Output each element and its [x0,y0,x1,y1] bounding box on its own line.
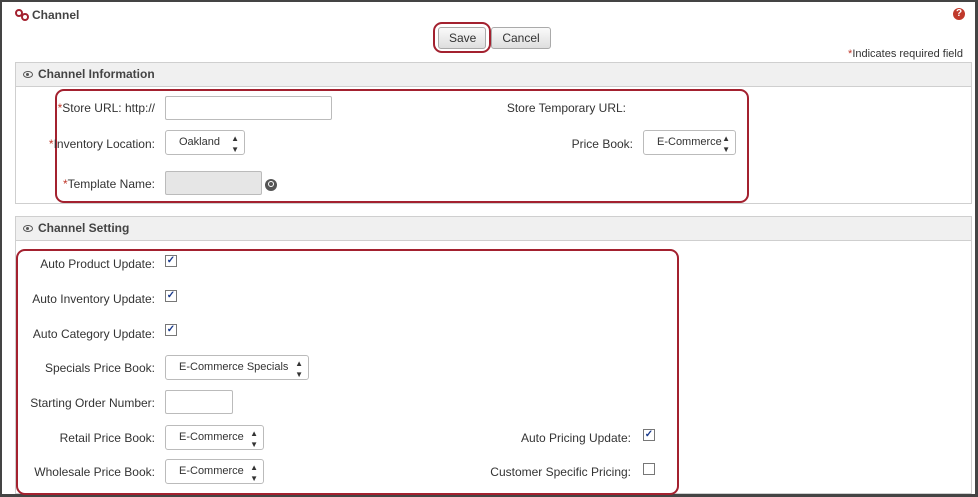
auto-category-update-label: Auto Category Update: [32,327,155,341]
auto-pricing-update-checkbox[interactable]: ✓ [643,429,655,441]
cancel-button[interactable]: Cancel [491,27,551,49]
updown-icon: ▲ ▼ [231,134,239,154]
section-channel-information-header[interactable]: Channel Information [15,62,972,87]
price-book-select[interactable]: E-Commerce ▲ ▼ [643,130,736,155]
starting-order-number-input[interactable] [165,390,233,414]
auto-inventory-update-label: Auto Inventory Update: [32,292,155,306]
template-name-label: *Template Name: [62,177,155,191]
specials-price-book-label: Specials Price Book: [44,361,155,375]
page-title: Channel [32,8,80,22]
required-note: *Indicates required field [848,48,963,60]
retail-price-book-select[interactable]: E-Commerce ▲ ▼ [165,425,264,450]
search-icon[interactable] [265,179,277,191]
auto-inventory-update-checkbox[interactable]: ✓ [165,290,177,302]
section-heading: Channel Information [38,67,155,81]
retail-price-book-label: Retail Price Book: [59,431,155,445]
auto-category-update-checkbox[interactable]: ✓ [165,324,177,336]
eye-icon [23,225,33,232]
auto-product-update-checkbox[interactable]: ✓ [165,255,177,267]
section-channel-setting-header[interactable]: Channel Setting [15,216,972,241]
starting-order-number-label: Starting Order Number: [30,396,155,410]
updown-icon: ▲ ▼ [722,134,730,154]
section-heading: Channel Setting [38,221,130,235]
wholesale-price-book-select[interactable]: E-Commerce ▲ ▼ [165,459,264,484]
price-book-label: Price Book: [571,137,633,151]
save-button[interactable]: Save [438,27,486,49]
customer-specific-pricing-label: Customer Specific Pricing: [490,465,631,479]
link-icon [15,9,29,21]
auto-pricing-update-label: Auto Pricing Update: [520,431,631,445]
store-temporary-url-label: Store Temporary URL: [506,101,626,115]
eye-icon [23,71,33,78]
store-url-input[interactable] [165,96,332,120]
channel-window: Channel ? Save Cancel *Indicates require… [0,0,978,497]
auto-product-update-label: Auto Product Update: [40,257,155,271]
customer-specific-pricing-checkbox[interactable] [643,463,655,475]
store-url-label: *Store URL: http:// [57,101,155,115]
inventory-location-select[interactable]: Oakland ▲ ▼ [165,130,245,155]
inventory-location-label: *Inventory Location: [48,137,155,151]
updown-icon: ▲ ▼ [295,359,303,379]
template-name-input [165,171,262,195]
updown-icon: ▲ ▼ [250,463,258,483]
wholesale-price-book-label: Wholesale Price Book: [34,465,155,479]
help-icon[interactable]: ? [953,8,965,20]
updown-icon: ▲ ▼ [250,429,258,449]
page-title-area: Channel [15,8,79,22]
specials-price-book-select[interactable]: E-Commerce Specials ▲ ▼ [165,355,309,380]
